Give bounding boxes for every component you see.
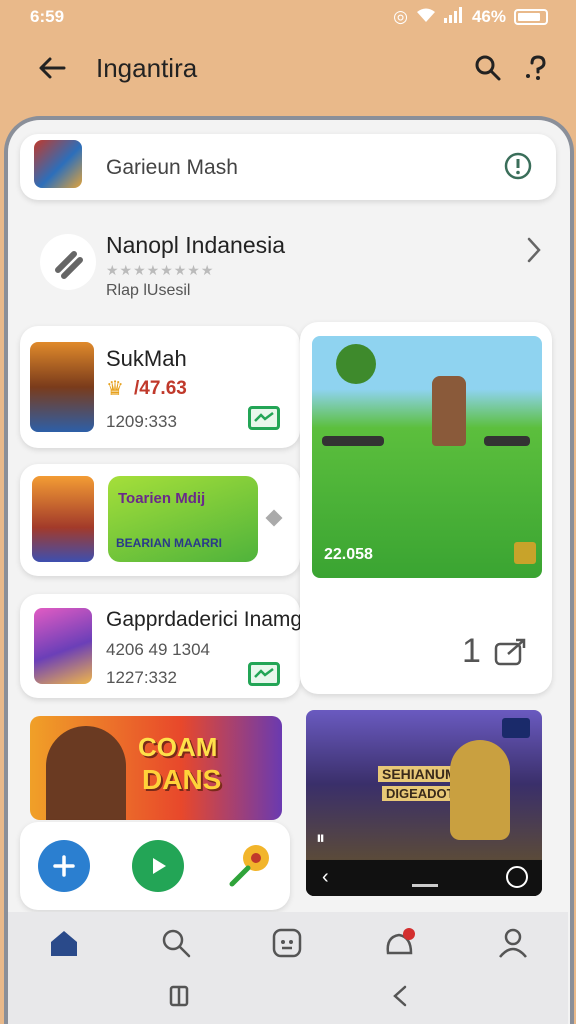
chevron-left-icon[interactable]: ‹ (322, 866, 329, 889)
banner-title: Toarien Mdij (118, 490, 206, 507)
video-title: SEHIANUM (378, 766, 461, 782)
bottom-navigation (8, 912, 568, 1024)
game-preview-card[interactable]: 22.058 1 (300, 322, 552, 694)
flag-icon (502, 718, 530, 738)
character-graphic (450, 740, 510, 840)
app-line2: 1227:332 (106, 668, 177, 687)
enemy-bar (484, 436, 530, 446)
share-icon[interactable] (494, 636, 528, 671)
game-screenshot[interactable]: 22.058 (312, 336, 542, 578)
notifications-icon[interactable] (383, 927, 417, 964)
promo-banner[interactable]: Toarien Mdij BEARIAN MAARRI (108, 476, 258, 562)
app-price: /47.63 (134, 378, 187, 399)
promo-title: COAM (138, 732, 218, 762)
alarm-icon: ◎ (393, 7, 408, 26)
diamond-icon (265, 509, 283, 527)
profile-icon[interactable] (498, 927, 528, 964)
rating-stars: ★★★★★★★★ (106, 262, 215, 278)
app-bar: Ingantira (0, 40, 576, 96)
system-back-icon[interactable] (391, 984, 409, 1013)
app-card-sukmah[interactable]: SukMah ♛ /47.63 1209:333 (20, 326, 300, 448)
crown-icon: ♛ (106, 378, 124, 400)
battery-icon (514, 9, 548, 25)
video-controls: ‹ (306, 860, 542, 896)
app-thumbnail (34, 140, 82, 188)
page-title: Ingantira (96, 52, 198, 83)
search-icon[interactable] (470, 50, 506, 86)
tree-graphic (336, 344, 376, 384)
quick-actions-card (20, 822, 290, 910)
character-graphic (432, 376, 466, 446)
search-icon[interactable] (161, 928, 191, 963)
games-icon[interactable] (271, 927, 303, 964)
banner-subtitle: BEARIAN MAARRI (116, 536, 222, 550)
app-logo (40, 234, 96, 290)
app-title: Garieun Mash (106, 156, 238, 179)
status-time: 6:59 (30, 7, 65, 26)
game-score: 22.058 (324, 546, 373, 563)
app-card-garieun[interactable]: Garieun Mash (20, 134, 556, 200)
app-row-nanopl[interactable]: Nanopl Indanesia ★★★★★★★★ Rlap lUsesil (20, 214, 556, 308)
app-thumbnail (32, 476, 94, 562)
app-thumbnail (34, 608, 92, 684)
progress-handle[interactable] (412, 884, 438, 887)
play-button[interactable] (132, 840, 184, 892)
promo-tile-coam[interactable]: COAM DANS (30, 716, 282, 820)
pause-icon[interactable]: ⏸ (316, 828, 325, 849)
app-card-gapprdaderici[interactable]: Gapprdaderici Inamgan 4206 49 1304 1227:… (20, 594, 325, 698)
nav-tabs (8, 920, 568, 970)
health-bar (322, 436, 384, 446)
video-subtitle: DIGEADOT (382, 786, 459, 801)
chevron-right-icon[interactable] (526, 236, 542, 269)
app-meta: 1209:333 (106, 412, 177, 431)
video-tile[interactable]: SEHIANUM DIGEADOT ⏸ ‹ (306, 710, 542, 896)
app-subtitle: Rlap lUsesil (106, 282, 191, 299)
system-nav (8, 978, 568, 1018)
app-title: Gapprdaderici Inamgan (106, 608, 326, 631)
status-bar: 6:59 ◎ 46% (0, 0, 576, 34)
wifi-icon (416, 7, 436, 28)
install-badge-icon[interactable] (248, 406, 280, 430)
help-icon[interactable] (520, 50, 556, 86)
replay-icon[interactable] (506, 866, 528, 888)
back-arrow-icon[interactable] (34, 50, 70, 86)
app-card-toarien[interactable]: Toarien Mdij BEARIAN MAARRI (20, 464, 300, 576)
map-pin-icon[interactable] (228, 842, 272, 893)
recents-icon[interactable] (167, 984, 191, 1013)
share-count: 1 (462, 632, 481, 670)
app-title: Nanopl Indanesia (106, 232, 286, 258)
app-title: SukMah (106, 346, 187, 371)
app-thumbnail (30, 342, 94, 432)
character-graphic (46, 726, 126, 820)
battery-percent: 46% (471, 7, 506, 26)
add-button[interactable] (38, 840, 90, 892)
info-icon[interactable] (504, 152, 532, 185)
status-icons: ◎ 46% (393, 6, 548, 28)
promo-subtitle: DANS (142, 764, 222, 795)
app-line1: 4206 49 1304 (106, 640, 210, 659)
install-badge-icon[interactable] (248, 662, 280, 686)
signal-icon (443, 6, 464, 28)
home-icon[interactable] (48, 928, 80, 963)
expand-icon[interactable] (514, 542, 536, 564)
